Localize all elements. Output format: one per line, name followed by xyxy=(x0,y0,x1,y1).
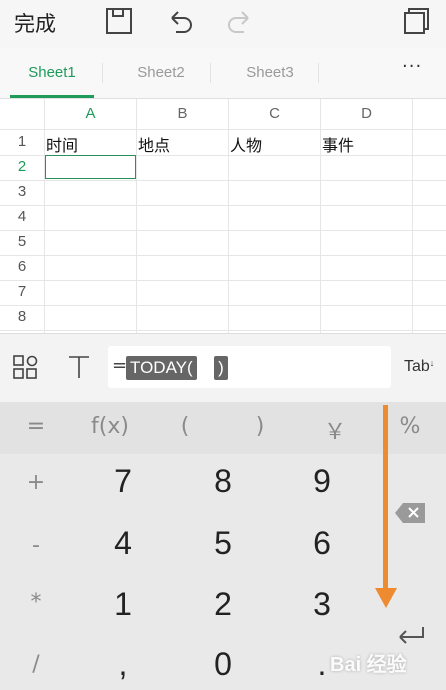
tab-divider xyxy=(102,63,103,83)
key-comma[interactable]: , xyxy=(93,646,153,683)
key-fx[interactable]: f(x) xyxy=(80,414,140,439)
row-header-6[interactable]: 6 xyxy=(0,258,44,275)
active-tab-indicator xyxy=(10,95,94,98)
grid-line xyxy=(0,330,446,331)
tab-arrow-icon: ↓ xyxy=(429,358,435,368)
key-plus[interactable]: + xyxy=(16,470,56,495)
grid-line xyxy=(0,230,446,231)
window-switch-icon[interactable] xyxy=(398,4,432,38)
column-header-c[interactable]: C xyxy=(229,99,320,129)
tab-sheet2[interactable]: Sheet2 xyxy=(116,64,206,81)
key-6[interactable]: 6 xyxy=(292,525,352,562)
save-icon[interactable] xyxy=(102,4,136,38)
key-0[interactable]: 0 xyxy=(193,646,253,683)
spreadsheet-grid[interactable]: A B C D 1 2 3 4 5 6 7 8 时间 地点 人物 事件 xyxy=(0,99,446,333)
tab-key-label: Tab xyxy=(404,358,430,375)
key-7[interactable]: 7 xyxy=(93,463,153,500)
formula-function-token[interactable]: TODAY( xyxy=(126,356,197,380)
grid-line xyxy=(228,99,229,333)
key-multiply[interactable]: * xyxy=(16,590,56,615)
row-header-3[interactable]: 3 xyxy=(0,183,44,200)
tab-divider xyxy=(318,63,319,83)
redo-icon[interactable] xyxy=(222,4,256,38)
tab-sheet3[interactable]: Sheet3 xyxy=(225,64,315,81)
row-header-2[interactable]: 2 xyxy=(0,158,44,175)
key-4[interactable]: 4 xyxy=(93,525,153,562)
row-header-5[interactable]: 5 xyxy=(0,233,44,250)
selected-cell-a2[interactable] xyxy=(45,155,136,179)
key-equals[interactable]: = xyxy=(6,414,66,439)
backspace-icon[interactable] xyxy=(394,502,426,528)
annotation-arrow-shaft xyxy=(383,405,388,591)
key-9[interactable]: 9 xyxy=(292,463,352,500)
done-button[interactable]: 完成 xyxy=(14,8,56,38)
grid-line xyxy=(136,99,137,333)
text-format-icon[interactable] xyxy=(66,354,92,384)
cell-c1[interactable]: 人物 xyxy=(230,132,262,156)
cell-b1[interactable]: 地点 xyxy=(138,132,170,156)
grid-line xyxy=(44,99,45,333)
row-header-4[interactable]: 4 xyxy=(0,208,44,225)
grid-line xyxy=(0,205,446,206)
row-header-1[interactable]: 1 xyxy=(0,133,44,150)
column-header-b[interactable]: B xyxy=(137,99,228,129)
tab-divider xyxy=(210,63,211,83)
column-header-d[interactable]: D xyxy=(321,99,412,129)
tab-sheet1[interactable]: Sheet1 xyxy=(7,64,97,81)
key-yuan[interactable]: ￥ xyxy=(305,414,365,446)
watermark: Bai 经验 xyxy=(330,654,407,676)
formula-equals: = xyxy=(112,355,128,376)
cell-d1[interactable]: 事件 xyxy=(322,132,354,156)
grid-line xyxy=(0,280,446,281)
grid-line xyxy=(0,255,446,256)
row-header-7[interactable]: 7 xyxy=(0,283,44,300)
key-minus[interactable]: - xyxy=(16,533,56,558)
key-close-paren[interactable]: ) xyxy=(230,414,290,439)
key-percent[interactable]: % xyxy=(380,414,440,439)
more-icon[interactable]: ··· xyxy=(402,56,422,77)
key-8[interactable]: 8 xyxy=(193,463,253,500)
shapes-icon[interactable] xyxy=(12,354,38,384)
column-header-a[interactable]: A xyxy=(45,99,136,129)
key-1[interactable]: 1 xyxy=(93,586,153,623)
key-open-paren[interactable]: ( xyxy=(155,414,215,439)
grid-line xyxy=(412,99,413,333)
key-2[interactable]: 2 xyxy=(193,586,253,623)
grid-line xyxy=(0,180,446,181)
annotation-arrow-head xyxy=(375,588,397,608)
grid-line xyxy=(0,129,446,130)
undo-icon[interactable] xyxy=(164,4,198,38)
key-3[interactable]: 3 xyxy=(292,586,352,623)
key-5[interactable]: 5 xyxy=(193,525,253,562)
grid-line xyxy=(0,305,446,306)
cell-a1[interactable]: 时间 xyxy=(46,132,78,156)
formula-close-paren-token[interactable]: ) xyxy=(214,356,228,380)
tab-key[interactable]: Tab↓ xyxy=(404,358,434,376)
row-header-8[interactable]: 8 xyxy=(0,308,44,325)
enter-icon[interactable] xyxy=(396,624,426,650)
key-divide[interactable]: / xyxy=(16,652,56,677)
grid-line xyxy=(320,99,321,333)
